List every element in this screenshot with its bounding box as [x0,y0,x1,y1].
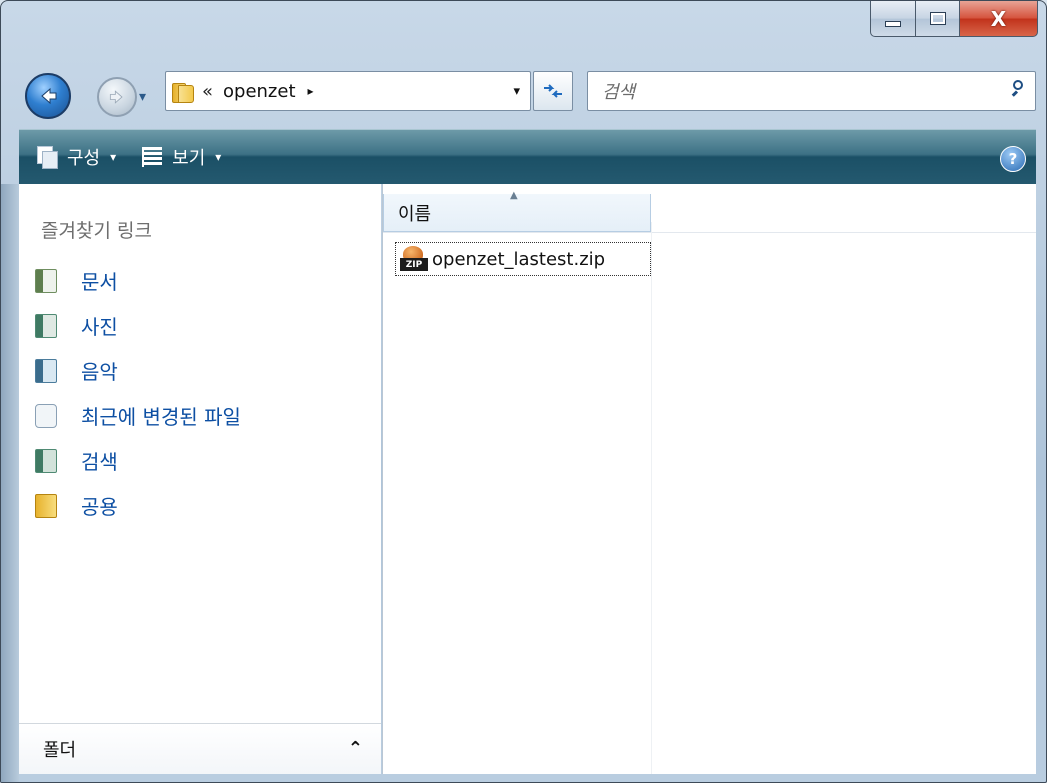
file-list-pane: ▲ 이름 ZIP openzet_lastest.zip [382,184,1036,774]
nav-item-label: 공용 [81,495,118,519]
back-button[interactable] [25,73,71,119]
caption-buttons: X [870,1,1038,37]
nav-item-searches[interactable]: 검색 [35,438,241,483]
sort-ascending-icon: ▲ [510,190,518,201]
breadcrumb-arrow-icon[interactable]: ▸ [308,84,314,98]
navigation-pane: 즐겨찾기 링크 문서 사진 음악 최근에 변경된 파일 검색 공용 폴더 ⌃ [19,184,381,774]
maximize-button[interactable] [916,1,960,37]
favorite-links-list: 문서 사진 음악 최근에 변경된 파일 검색 공용 [35,258,241,528]
chevron-down-icon: ▾ [215,150,222,164]
help-icon[interactable]: ? [1000,146,1026,172]
search-icon[interactable] [1011,80,1025,94]
close-icon: X [990,6,1007,31]
forward-arrow-icon [109,90,123,104]
nav-item-label: 문서 [81,270,118,294]
file-name: openzet_lastest.zip [432,248,606,270]
nav-item-pictures[interactable]: 사진 [35,303,241,348]
nav-item-public[interactable]: 공용 [35,483,241,528]
chevron-down-icon: ▾ [110,150,117,164]
chevron-up-icon: ⌃ [347,738,363,759]
views-button[interactable]: 보기 ▾ [142,144,221,170]
search-box[interactable]: 검색 [587,71,1036,111]
nav-item-label: 검색 [81,450,118,474]
pictures-icon [35,313,57,338]
column-header-row: ▲ 이름 [383,190,1036,233]
address-bar[interactable]: « openzet ▸ ▾ [165,71,531,111]
nav-item-documents[interactable]: 문서 [35,258,241,303]
close-button[interactable]: X [960,1,1038,37]
window-frame-left [1,184,19,782]
music-icon [35,358,57,383]
zip-file-icon: ZIP [400,246,428,272]
recent-pages-dropdown[interactable]: ▾ [139,89,146,105]
search-input[interactable]: 검색 [602,78,635,104]
refresh-icon [544,84,562,98]
refresh-button[interactable] [533,71,573,111]
views-icon [142,147,163,167]
nav-item-label: 최근에 변경된 파일 [81,405,241,429]
nav-item-recent-files[interactable]: 최근에 변경된 파일 [35,393,241,438]
address-dropdown-icon[interactable]: ▾ [513,84,520,99]
explorer-window: X ▾ « openzet ▸ ▾ 검색 구성 ▾ 보기 ▾ ? 즐겨찾기 링크… [0,0,1047,783]
nav-item-label: 사진 [81,315,118,339]
forward-button[interactable] [97,77,137,117]
views-label: 보기 [172,148,206,169]
navigation-row: ▾ « openzet ▸ ▾ 검색 [19,67,1036,119]
public-folder-icon [35,493,57,518]
organize-icon [37,146,58,169]
command-bar: 구성 ▾ 보기 ▾ ? [19,129,1036,184]
nav-item-music[interactable]: 음악 [35,348,241,393]
favorite-links-header: 즐겨찾기 링크 [41,220,152,242]
recent-files-icon [35,403,57,428]
breadcrumb-openzet[interactable]: openzet [223,81,296,102]
minimize-icon [885,20,901,27]
nav-item-label: 음악 [81,360,118,384]
folder-icon [172,81,194,103]
column-divider [651,222,652,774]
folders-label: 폴더 [43,740,77,761]
minimize-button[interactable] [870,1,916,37]
documents-icon [35,268,57,293]
list-item[interactable]: ZIP openzet_lastest.zip [395,242,651,276]
organize-label: 구성 [67,148,101,169]
folders-toggle[interactable]: 폴더 ⌃ [19,723,381,774]
chevron-down-icon: ▾ [139,89,147,105]
breadcrumb-overflow[interactable]: « [202,81,213,102]
organize-button[interactable]: 구성 ▾ [37,144,116,170]
column-header-label: 이름 [398,203,432,225]
column-header-name[interactable]: ▲ 이름 [383,190,651,232]
back-arrow-icon [41,87,57,105]
favorite-links-section: 즐겨찾기 링크 문서 사진 음악 최근에 변경된 파일 검색 공용 [19,184,381,724]
maximize-icon [929,12,946,25]
searches-icon [35,448,57,473]
zip-icon-tag: ZIP [400,258,428,271]
